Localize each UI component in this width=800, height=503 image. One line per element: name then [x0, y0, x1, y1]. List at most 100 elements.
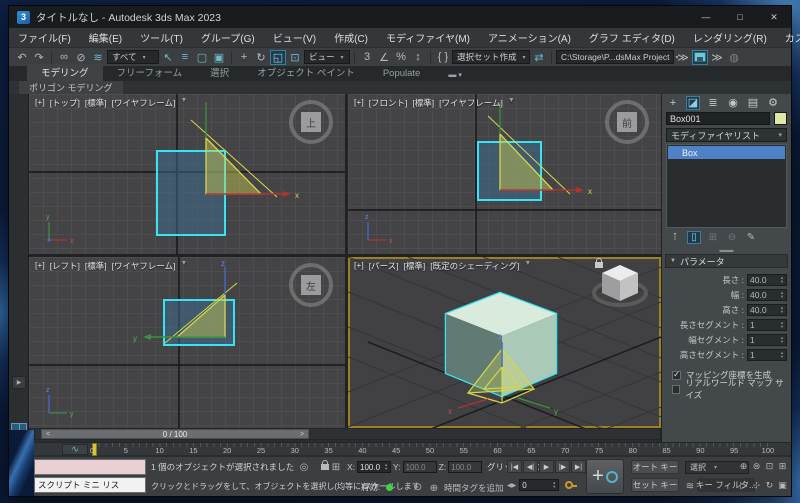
parameter-spinner[interactable]: 1: [747, 348, 787, 361]
bind-spacewarp-icon[interactable]: ≋: [90, 50, 106, 65]
menu-item[interactable]: アニメーション(A): [479, 30, 580, 45]
viewport-menu[interactable]: [+]: [354, 97, 364, 109]
create-tab-icon[interactable]: +: [666, 96, 680, 110]
rotate-icon[interactable]: ↻: [253, 50, 269, 65]
modify-tab-icon[interactable]: ◪: [686, 95, 700, 110]
set-keys-button[interactable]: +: [586, 459, 624, 494]
object-color-swatch[interactable]: [774, 112, 787, 125]
viewport-shading[interactable]: [ワイヤフレーム]: [112, 97, 176, 109]
filter-icon[interactable]: ▼: [524, 260, 531, 272]
ribbon-media-button[interactable]: ▬ ▾: [448, 70, 462, 81]
viewcube[interactable]: 前: [605, 100, 649, 144]
viewport-top[interactable]: [+] [トップ] [標準] [ワイヤフレーム] ▼ x x y 上: [29, 94, 345, 254]
menu-item[interactable]: カスタマイズ(U): [776, 30, 800, 45]
parameter-spinner[interactable]: 1: [747, 318, 787, 331]
viewport-perspective[interactable]: [+] [パース] [標準] [既定のシェーディング] ▼ z x y: [348, 257, 661, 428]
spinner-snap-icon[interactable]: ↕: [410, 50, 426, 65]
remove-modifier-icon[interactable]: ⊖: [725, 231, 739, 244]
menu-item[interactable]: 作成(C): [325, 30, 377, 45]
panel-splitter[interactable]: ▬▬: [662, 246, 791, 254]
next-frame-nub[interactable]: >: [296, 431, 308, 438]
parameter-spinner[interactable]: 40.0: [747, 288, 787, 301]
viewport-name[interactable]: [トップ]: [50, 97, 80, 109]
menu-item[interactable]: グラフ エディタ(D): [580, 30, 684, 45]
make-unique-icon[interactable]: ⊞: [706, 231, 720, 244]
snap-toggle-icon[interactable]: 3: [359, 50, 375, 65]
spinner-arrows-icon[interactable]: [780, 336, 784, 344]
field-of-view-icon[interactable]: ▷: [737, 479, 750, 492]
tab-populate[interactable]: Populate: [369, 67, 435, 81]
degradation-toggle[interactable]: 有効:: [361, 481, 394, 493]
unlink-icon[interactable]: ⊘: [73, 50, 89, 65]
zoom-extents-icon[interactable]: ⊡: [763, 460, 776, 473]
scale-icon[interactable]: ◱: [270, 49, 286, 65]
orbit-icon[interactable]: ↻: [763, 479, 776, 492]
minimize-button[interactable]: —: [689, 6, 723, 28]
window-crossing-icon[interactable]: ▣: [211, 50, 227, 65]
display-tab-icon[interactable]: ▤: [746, 96, 760, 110]
zoom-extents-all-icon[interactable]: ⊞: [776, 460, 789, 473]
viewport-style[interactable]: [標準]: [404, 260, 426, 272]
filter-icon[interactable]: ▼: [180, 260, 187, 272]
tab-selection[interactable]: 選択: [196, 64, 243, 81]
filter-icon[interactable]: ▼: [180, 97, 187, 109]
key-mode-icon[interactable]: ◀▶: [507, 482, 516, 489]
spinner-arrows-icon[interactable]: [780, 321, 784, 329]
parameters-rollout-header[interactable]: ▼ パラメータ: [665, 254, 788, 268]
checkbox[interactable]: [672, 370, 681, 380]
move-icon[interactable]: +: [236, 50, 252, 65]
select-object-icon[interactable]: ↖: [160, 50, 176, 65]
auto-key-button[interactable]: オート キー: [631, 460, 679, 474]
viewport-shading[interactable]: [既定のシェーディング]: [430, 260, 519, 272]
redo-icon[interactable]: ↷: [31, 50, 47, 65]
parameter-spinner[interactable]: 40.0: [747, 303, 787, 316]
menu-item[interactable]: 編集(E): [80, 30, 131, 45]
undo-icon[interactable]: ↶: [14, 50, 30, 65]
y-coordinate-field[interactable]: 100.0: [402, 461, 437, 473]
object-name-field[interactable]: Box001: [666, 112, 770, 125]
tab-freeform[interactable]: フリーフォーム: [103, 64, 197, 81]
named-selection-set-select[interactable]: 選択セット作成: [452, 50, 530, 64]
viewport-name[interactable]: [フロント]: [369, 97, 408, 109]
add-time-tag[interactable]: ⊕ 時間タグを追加: [427, 481, 504, 495]
modifier-list-select[interactable]: モディファイヤリスト: [666, 128, 787, 142]
x-coordinate-field[interactable]: 100.0: [357, 461, 392, 473]
viewport-name[interactable]: [レフト]: [50, 260, 80, 272]
spinner-arrows-icon[interactable]: [780, 306, 784, 314]
menu-item[interactable]: レンダリング(R): [684, 30, 776, 45]
viewport-style[interactable]: [標準]: [85, 260, 107, 272]
menu-item[interactable]: ファイル(F): [9, 30, 80, 45]
hierarchy-tab-icon[interactable]: ≣: [706, 96, 720, 110]
maxscript-mini-listener[interactable]: [34, 459, 146, 475]
isolate-selection-icon[interactable]: ◎: [297, 460, 311, 474]
save-icon[interactable]: [692, 49, 708, 65]
track-bar[interactable]: ∿ 0 5 10 15 20 25 30 35 40 45 50 55 60 65 70 75 80 85 90 95…: [34, 442, 791, 456]
viewport-style[interactable]: [標準]: [85, 97, 107, 109]
select-manipulate-icon[interactable]: ⊡: [287, 50, 303, 65]
configure-modifier-sets-icon[interactable]: ✎: [744, 231, 758, 244]
close-button[interactable]: ✕: [757, 6, 791, 28]
pin-stack-icon[interactable]: ⊺: [668, 231, 682, 244]
menu-item[interactable]: モディファイヤ(M): [377, 30, 479, 45]
menu-item[interactable]: ビュー(V): [264, 30, 325, 45]
parameter-spinner[interactable]: 1: [747, 333, 787, 346]
viewport-menu[interactable]: [+]: [354, 260, 364, 272]
current-frame-field[interactable]: 0: [519, 479, 560, 491]
project-folder-select[interactable]: C:\Storage\P...dsMax Project: [556, 50, 674, 64]
render-teapot-icon[interactable]: ◍: [726, 50, 742, 65]
percent-snap-icon[interactable]: %: [393, 50, 409, 65]
angle-snap-icon[interactable]: ∠: [376, 50, 392, 65]
spinner-arrows-icon[interactable]: [780, 351, 784, 359]
play-icon[interactable]: ▶: [539, 460, 554, 473]
checkbox[interactable]: [672, 384, 681, 394]
key-mode-toggle-icon[interactable]: [565, 481, 578, 489]
viewport-front[interactable]: [+] [フロント] [標準] [ワイヤフレーム] ▼ x x z 前: [348, 94, 661, 254]
viewport-menu[interactable]: [+]: [35, 97, 45, 109]
maxscript-listener-label[interactable]: スクリプト ミニ リス: [34, 477, 146, 493]
set-key-button[interactable]: セット キー: [631, 478, 679, 492]
menu-item[interactable]: グループ(G): [192, 30, 264, 45]
pan-icon[interactable]: ⊹: [750, 479, 763, 492]
viewcube-face[interactable]: 上: [301, 112, 321, 132]
previous-frame-icon[interactable]: ◀|: [523, 460, 538, 473]
maximize-button[interactable]: □: [723, 6, 757, 28]
